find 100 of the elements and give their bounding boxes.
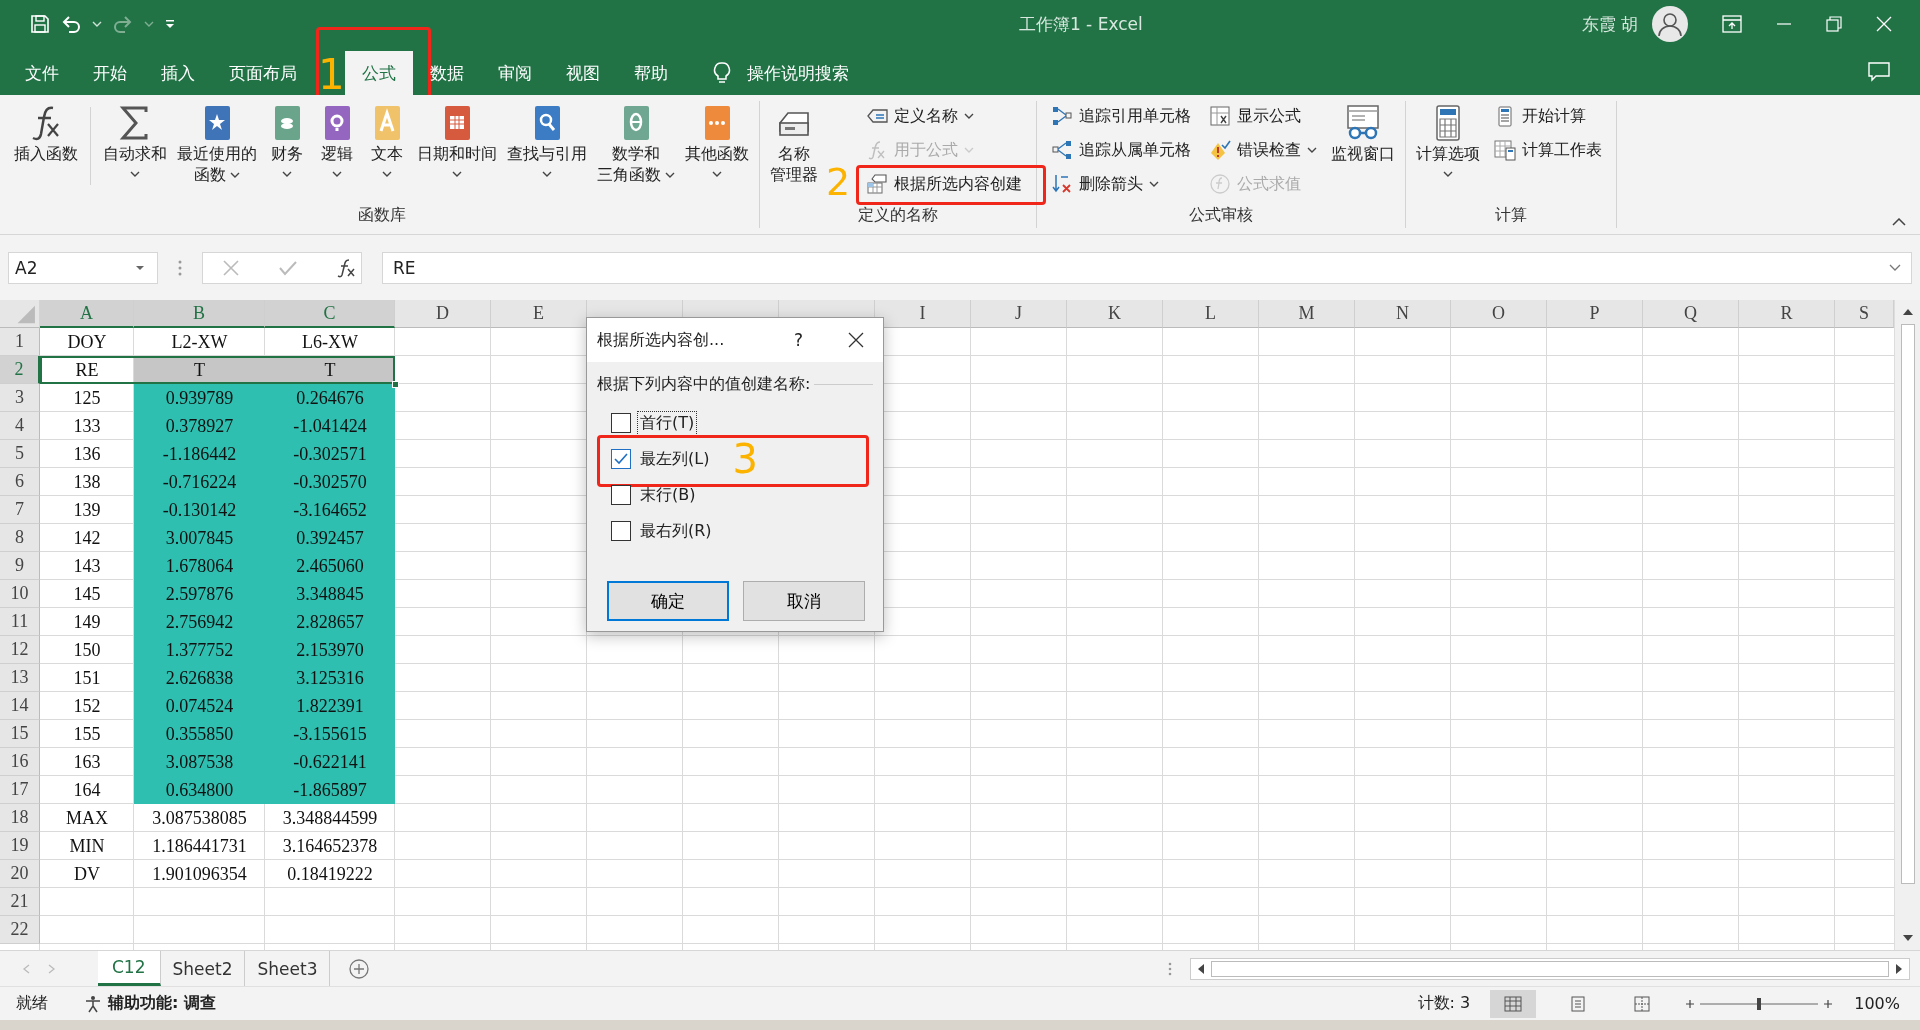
formula-field[interactable]: RE	[382, 251, 1912, 284]
ribbon-button[interactable]: 最近使用的 函数	[173, 101, 261, 205]
ribbon-button[interactable]: 日期和时间	[413, 101, 501, 205]
column-header[interactable]: O	[1451, 300, 1547, 328]
collapse-ribbon-icon[interactable]	[1892, 218, 1906, 226]
row-header[interactable]: 3	[0, 384, 40, 412]
ribbon-tab[interactable]: 帮助	[616, 51, 685, 95]
row-header[interactable]: 4	[0, 412, 40, 440]
help-button[interactable]: ?	[793, 330, 803, 350]
ribbon-display-icon[interactable]	[1722, 15, 1742, 33]
row-header[interactable]: 14	[0, 692, 40, 720]
zoom-slider-icon[interactable]	[1684, 995, 1835, 1012]
checkbox[interactable]	[611, 449, 631, 469]
scroll-down-icon[interactable]	[1901, 934, 1914, 942]
ribbon-button[interactable]: 名称 管理器	[766, 101, 822, 205]
view-button[interactable]	[1490, 989, 1537, 1018]
ribbon-tab[interactable]: 页面布局	[212, 51, 314, 95]
ribbon-button[interactable]: 显示公式	[1205, 101, 1321, 131]
column-header[interactable]: B	[134, 300, 265, 328]
column-header[interactable]: J	[971, 300, 1067, 328]
column-header[interactable]: C	[265, 300, 395, 328]
ribbon-tab[interactable]: 审阅	[480, 51, 549, 95]
ribbon-button[interactable]: 插入函数	[10, 101, 82, 205]
row-header[interactable]: 8	[0, 524, 40, 552]
ribbon-button[interactable]: 追踪引用单元格	[1047, 101, 1195, 131]
ribbon-button[interactable]: 开始计算	[1490, 101, 1606, 131]
ribbon-tab[interactable]: 公式	[344, 51, 413, 95]
row-header[interactable]: 18	[0, 804, 40, 832]
column-header[interactable]: A	[40, 300, 134, 328]
ribbon-button[interactable]: 计算选项	[1412, 101, 1484, 205]
sheet-tab[interactable]: C12	[98, 951, 161, 986]
insert-function-icon[interactable]	[337, 257, 357, 278]
ribbon-tab[interactable]: 文件	[8, 51, 76, 95]
ribbon-button[interactable]: 查找与引用	[503, 101, 591, 205]
comment-icon[interactable]	[1868, 61, 1890, 82]
row-header[interactable]: 7	[0, 496, 40, 524]
ribbon-tab[interactable]: 视图	[548, 51, 617, 95]
undo-icon[interactable]	[60, 14, 82, 34]
name-box[interactable]: A2	[8, 251, 158, 284]
row-header[interactable]: 17	[0, 776, 40, 804]
checkbox-label[interactable]: 最左列(L)	[637, 446, 713, 472]
column-header[interactable]: L	[1163, 300, 1259, 328]
scrollbar-thumb[interactable]	[1900, 324, 1915, 884]
checkbox[interactable]	[611, 485, 631, 505]
row-header[interactable]: 5	[0, 440, 40, 468]
row-header[interactable]: 10	[0, 580, 40, 608]
row-header[interactable]: 20	[0, 860, 40, 888]
restore-icon[interactable]	[1826, 16, 1842, 32]
row-header[interactable]: 22	[0, 916, 40, 944]
column-header[interactable]: K	[1067, 300, 1163, 328]
row-header[interactable]: 2	[0, 356, 40, 384]
checkbox-label[interactable]: 末行(B)	[637, 482, 699, 508]
search-field[interactable]: 操作说明搜索	[684, 51, 849, 95]
ribbon-button[interactable]: 定义名称	[862, 101, 1026, 131]
expand-icon[interactable]	[1889, 263, 1901, 272]
ribbon-button[interactable]: 数学和 三角函数	[593, 101, 679, 205]
scroll-up-icon[interactable]	[1901, 308, 1914, 316]
checkbox[interactable]	[611, 413, 631, 433]
checkbox[interactable]	[611, 521, 631, 541]
ribbon-button[interactable]: 监视窗口	[1327, 101, 1399, 205]
save-icon[interactable]	[30, 14, 50, 34]
ribbon-button[interactable]: 其他函数	[681, 101, 753, 205]
close-icon[interactable]	[847, 331, 865, 349]
ribbon-button[interactable]: 自动求和	[99, 101, 171, 205]
ribbon-button[interactable]: 逻辑	[313, 101, 361, 205]
row-header[interactable]: 6	[0, 468, 40, 496]
ribbon-button[interactable]: 财务	[263, 101, 311, 205]
zoom-level[interactable]: 100%	[1854, 994, 1900, 1013]
checkbox-label[interactable]: 首行(T)	[637, 410, 698, 436]
ribbon-tab[interactable]: 开始	[76, 51, 144, 95]
horizontal-scrollbar[interactable]	[1190, 957, 1910, 980]
row-header[interactable]: 13	[0, 664, 40, 692]
row-header[interactable]: 12	[0, 636, 40, 664]
row-header[interactable]: 11	[0, 608, 40, 636]
column-header[interactable]: Q	[1643, 300, 1739, 328]
column-header[interactable]: D	[395, 300, 491, 328]
scroll-right-icon[interactable]	[1895, 962, 1903, 975]
row-header[interactable]: 9	[0, 552, 40, 580]
avatar-icon[interactable]	[1652, 6, 1688, 42]
row-header[interactable]: 16	[0, 748, 40, 776]
column-header[interactable]: I	[875, 300, 971, 328]
row-header[interactable]: 15	[0, 720, 40, 748]
column-header[interactable]: R	[1739, 300, 1835, 328]
ribbon-button[interactable]: 计算工作表	[1490, 135, 1606, 165]
ribbon-button[interactable]: 追踪从属单元格	[1047, 135, 1195, 165]
scroll-left-icon[interactable]	[1197, 962, 1205, 975]
row-header[interactable]: 19	[0, 832, 40, 860]
ribbon-button[interactable]: 错误检查	[1205, 135, 1321, 165]
fill-handle[interactable]	[392, 381, 399, 388]
row-header[interactable]: 1	[0, 328, 40, 356]
column-header[interactable]: S	[1835, 300, 1894, 328]
ribbon-button[interactable]: 删除箭头	[1047, 169, 1195, 199]
dialog-button[interactable]: 取消	[743, 581, 865, 621]
row-header[interactable]: 21	[0, 888, 40, 916]
add-sheet-icon[interactable]	[348, 957, 371, 980]
column-header[interactable]: N	[1355, 300, 1451, 328]
ribbon-button[interactable]: 文本	[363, 101, 411, 205]
accessibility-button[interactable]: 辅助功能: 调查	[84, 993, 216, 1014]
ribbon-button[interactable]: 根据所选内容创建	[862, 169, 1026, 199]
ribbon-tab[interactable]: 插入	[144, 51, 212, 95]
